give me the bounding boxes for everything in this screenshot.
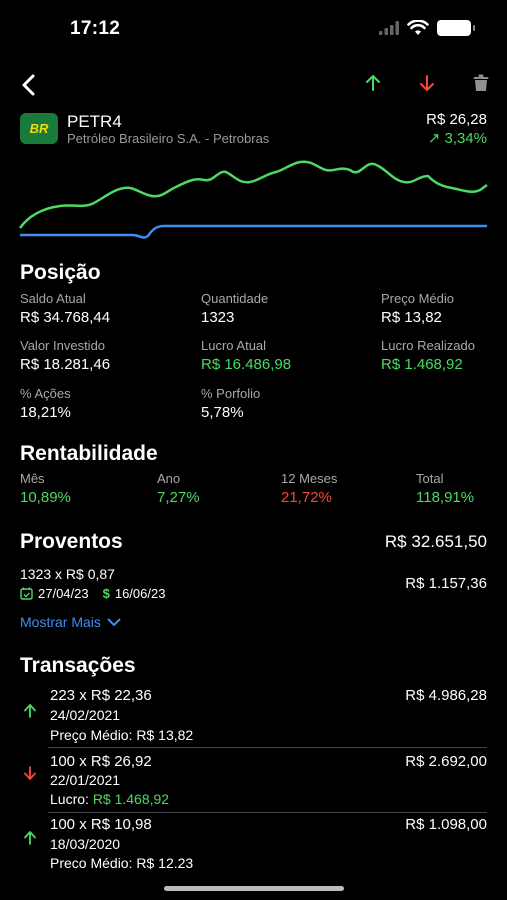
- rentabilidade-value: 7,27%: [157, 489, 200, 506]
- transaction-extra-label: Preco Médio:: [50, 855, 133, 871]
- signal-icon: [379, 21, 399, 35]
- transaction-extra: Preço Médio: R$ 13,82: [50, 727, 193, 743]
- chevron-down-icon: [107, 618, 121, 626]
- show-more-label: Mostrar Mais: [20, 614, 101, 630]
- buy-arrow-up-icon: [24, 831, 36, 845]
- posicao-value: 18,21%: [20, 404, 71, 421]
- asset-change-value: 3,34%: [444, 130, 487, 147]
- rentabilidade-value: 21,72%: [281, 489, 332, 506]
- rentabilidade-value: 10,89%: [20, 489, 71, 506]
- transaction-extra-value: R$ 12.23: [136, 855, 194, 871]
- battery-icon: [437, 20, 475, 36]
- rentabilidade-label: Mês: [20, 471, 45, 486]
- transaction-extra-value: R$ 1.468,92: [92, 791, 170, 807]
- sell-arrow-down-icon: [24, 766, 36, 780]
- section-title-posicao: Posição: [20, 261, 101, 284]
- posicao-item: Lucro Atual R$ 16.486,98: [201, 338, 291, 373]
- section-title-transacoes: Transações: [20, 654, 136, 677]
- provento-value: R$ 1.157,36: [405, 575, 487, 592]
- posicao-value: R$ 18.281,46: [20, 356, 111, 373]
- asset-change: ↗ 3,34%: [428, 129, 487, 147]
- transaction-desc: 100 x R$ 10,98: [50, 816, 152, 833]
- provento-desc: 1323 x R$ 0,87: [20, 566, 115, 582]
- trash-icon[interactable]: [473, 74, 489, 92]
- transaction-extra: Preco Médio: R$ 12.23: [50, 855, 193, 871]
- transaction-total: R$ 1.098,00: [405, 816, 487, 833]
- transaction-date: 22/01/2021: [50, 772, 121, 788]
- price-chart: [18, 160, 488, 239]
- sell-arrow-down-icon[interactable]: [419, 74, 435, 92]
- proventos-total: R$ 32.651,50: [384, 532, 487, 551]
- divider: [48, 812, 487, 813]
- company-logo: BR: [20, 113, 58, 144]
- change-arrow-icon: ↗: [427, 130, 441, 147]
- transaction-extra-label: Lucro:: [50, 791, 89, 807]
- rentabilidade-label: Ano: [157, 471, 181, 486]
- status-icons: [379, 20, 475, 36]
- avg-price-line: [20, 224, 487, 239]
- provento-dates: 27/04/23 $ 16/06/23: [20, 586, 165, 601]
- divider: [48, 747, 487, 748]
- posicao-item: % Porfolio 5,78%: [201, 386, 260, 421]
- transaction-date: 24/02/2021: [50, 707, 121, 723]
- show-more-button[interactable]: Mostrar Mais: [20, 614, 121, 630]
- rentabilidade-item: Total 118,91%: [416, 471, 474, 506]
- calendar-check-icon: [20, 587, 33, 600]
- transaction-date: 18/03/2020: [50, 836, 121, 852]
- posicao-value: R$ 1.468,92: [381, 356, 463, 373]
- transaction-desc: 223 x R$ 22,36: [50, 687, 152, 704]
- posicao-label: Preço Médio: [381, 291, 454, 306]
- transaction-extra-value: R$ 13,82: [136, 727, 194, 743]
- section-title-proventos: Proventos: [20, 530, 123, 553]
- section-title-rentabilidade: Rentabilidade: [20, 442, 158, 465]
- transaction-row[interactable]: 100 x R$ 26,92 22/01/2021 Lucro: R$ 1.46…: [0, 751, 507, 811]
- transaction-extra: Lucro: R$ 1.468,92: [50, 791, 169, 807]
- posicao-value: 1323: [201, 309, 235, 326]
- transaction-row[interactable]: 223 x R$ 22,36 24/02/2021 Preço Médio: R…: [0, 685, 507, 745]
- posicao-item: Lucro Realizado R$ 1.468,92: [381, 338, 475, 373]
- posicao-item: % Ações 18,21%: [20, 386, 71, 421]
- price-line: [18, 160, 488, 229]
- posicao-label: Lucro Atual: [201, 338, 267, 353]
- transaction-extra-label: Preço Médio:: [50, 727, 133, 743]
- rentabilidade-item: 12 Meses 21,72%: [281, 471, 337, 506]
- buy-arrow-up-icon[interactable]: [365, 74, 381, 92]
- posicao-value: R$ 16.486,98: [201, 356, 292, 373]
- posicao-label: % Ações: [20, 386, 71, 401]
- asset-price: R$ 26,28: [426, 111, 487, 128]
- posicao-item: Quantidade 1323: [201, 291, 268, 326]
- rentabilidade-label: Total: [416, 471, 444, 486]
- logo-text: BR: [29, 121, 49, 136]
- asset-company: Petróleo Brasileiro S.A. - Petrobras: [67, 131, 270, 146]
- posicao-value: R$ 13,82: [381, 309, 442, 326]
- top-actions: [365, 74, 489, 92]
- asset-ticker: PETR4: [67, 112, 122, 131]
- transaction-desc: 100 x R$ 26,92: [50, 753, 152, 770]
- provento-date-com: 27/04/23: [38, 586, 89, 601]
- posicao-label: Valor Investido: [20, 338, 106, 353]
- posicao-value: 5,78%: [201, 404, 244, 421]
- rentabilidade-value: 118,91%: [416, 489, 475, 506]
- rentabilidade-item: Mês 10,89%: [20, 471, 71, 506]
- buy-arrow-up-icon: [24, 704, 36, 718]
- dollar-icon: $: [102, 586, 110, 601]
- posicao-label: Saldo Atual: [20, 291, 86, 306]
- transaction-total: R$ 4.986,28: [405, 687, 487, 704]
- back-chevron-icon[interactable]: [18, 72, 42, 98]
- status-time: 17:12: [70, 18, 121, 39]
- provento-date-pay: 16/06/23: [114, 586, 166, 601]
- posicao-label: Quantidade: [201, 291, 269, 306]
- posicao-label: Lucro Realizado: [381, 338, 475, 353]
- posicao-item: Preço Médio R$ 13,82: [381, 291, 454, 326]
- rentabilidade-label: 12 Meses: [281, 471, 338, 486]
- posicao-label: % Porfolio: [201, 386, 261, 401]
- posicao-item: Saldo Atual R$ 34.768,44: [20, 291, 110, 326]
- transaction-row[interactable]: 100 x R$ 10,98 18/03/2020 Preco Médio: R…: [0, 816, 507, 876]
- posicao-item: Valor Investido R$ 18.281,46: [20, 338, 110, 373]
- wifi-icon: [407, 20, 429, 35]
- posicao-value: R$ 34.768,44: [20, 309, 111, 326]
- rentabilidade-item: Ano 7,27%: [157, 471, 200, 506]
- home-indicator[interactable]: [164, 886, 344, 891]
- transaction-total: R$ 2.692,00: [405, 753, 487, 770]
